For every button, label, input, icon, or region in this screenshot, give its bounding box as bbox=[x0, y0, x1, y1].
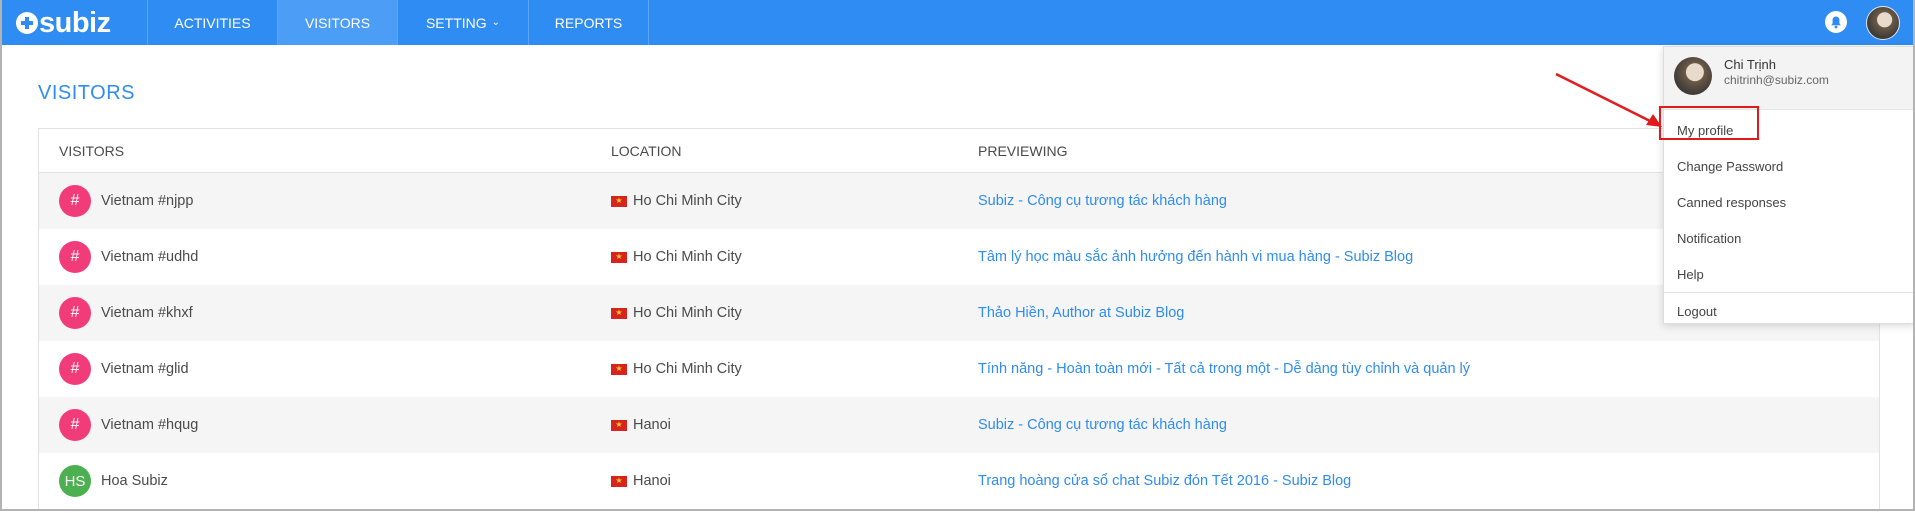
location-cell: ★ Hanoi bbox=[611, 473, 671, 489]
table-row[interactable]: HS Hoa Subiz ★ Hanoi Trang hoàng cửa sổ … bbox=[39, 453, 1879, 509]
menu-item-help[interactable]: Help bbox=[1664, 256, 1913, 292]
plus-icon bbox=[16, 12, 38, 34]
bell-glyph bbox=[1831, 16, 1841, 28]
chevron-down-icon: ⌄ bbox=[491, 17, 501, 28]
vietnam-flag-icon: ★ bbox=[611, 251, 627, 263]
visitor-avatar: # bbox=[59, 409, 91, 441]
user-avatar-button[interactable] bbox=[1866, 6, 1900, 40]
vietnam-flag-icon: ★ bbox=[611, 419, 627, 431]
preview-cell: Subiz - Công cụ tương tác khách hàng bbox=[978, 193, 1227, 209]
vietnam-flag-icon: ★ bbox=[611, 475, 627, 487]
profile-name: Chi Trịnh bbox=[1724, 57, 1777, 72]
preview-cell: Thảo Hiền, Author at Subiz Blog bbox=[978, 305, 1184, 321]
preview-link[interactable]: Tâm lý học màu sắc ảnh hưởng đến hành vi… bbox=[978, 249, 1413, 265]
preview-cell: Tính năng - Hoàn toàn mới - Tất cả trong… bbox=[978, 361, 1470, 377]
profile-header: Chi Trịnh chitrinh@subiz.com bbox=[1664, 47, 1913, 110]
visitor-cell: # Vietnam #glid bbox=[59, 353, 189, 385]
preview-link[interactable]: Subiz - Công cụ tương tác khách hàng bbox=[978, 417, 1227, 433]
visitor-avatar: # bbox=[59, 353, 91, 385]
nav-reports[interactable]: REPORTS bbox=[528, 0, 649, 45]
header-visitors[interactable]: VISITORS bbox=[59, 143, 124, 159]
visitor-cell: # Vietnam #hqug bbox=[59, 409, 198, 441]
location-text: Hanoi bbox=[633, 417, 671, 433]
location-cell: ★ Ho Chi Minh City bbox=[611, 305, 742, 321]
table-row[interactable]: # Vietnam #njpp ★ Ho Chi Minh City Subiz… bbox=[39, 173, 1879, 229]
location-text: Ho Chi Minh City bbox=[633, 249, 742, 265]
visitor-name[interactable]: Vietnam #udhd bbox=[101, 249, 198, 265]
header-previewing[interactable]: PREVIEWING bbox=[978, 143, 1067, 159]
annotation-arrow-icon bbox=[1555, 72, 1662, 127]
visitor-name[interactable]: Vietnam #glid bbox=[101, 361, 189, 377]
location-text: Ho Chi Minh City bbox=[633, 193, 742, 209]
page-title: VISITORS bbox=[38, 82, 135, 104]
visitor-avatar: HS bbox=[59, 465, 91, 497]
nav-visitors[interactable]: VISITORS bbox=[277, 0, 397, 45]
nav-label: SETTING bbox=[425, 14, 487, 31]
menu-item-notification[interactable]: Notification bbox=[1664, 220, 1913, 256]
menu-item-logout[interactable]: Logout bbox=[1664, 293, 1913, 329]
menu-item-canned-responses[interactable]: Canned responses bbox=[1664, 184, 1913, 220]
profile-avatar bbox=[1674, 57, 1712, 95]
preview-link[interactable]: Tính năng - Hoàn toàn mới - Tất cả trong… bbox=[978, 361, 1470, 377]
preview-link[interactable]: Trang hoàng cửa sổ chat Subiz đón Tết 20… bbox=[978, 473, 1351, 489]
table-row[interactable]: # Vietnam #hqug ★ Hanoi Subiz - Công cụ … bbox=[39, 397, 1879, 453]
location-cell: ★ Ho Chi Minh City bbox=[611, 361, 742, 377]
table-row[interactable]: # Vietnam #udhd ★ Ho Chi Minh City Tâm l… bbox=[39, 229, 1879, 285]
highlight-box bbox=[1659, 106, 1759, 140]
preview-link[interactable]: Subiz - Công cụ tương tác khách hàng bbox=[978, 193, 1227, 209]
vietnam-flag-icon: ★ bbox=[611, 307, 627, 319]
nav-label: REPORTS bbox=[554, 14, 623, 31]
visitor-cell: # Vietnam #udhd bbox=[59, 241, 198, 273]
visitor-avatar: # bbox=[59, 297, 91, 329]
header-location[interactable]: LOCATION bbox=[611, 143, 682, 159]
visitors-table: VISITORS LOCATION PREVIEWING # Vietnam #… bbox=[38, 128, 1880, 509]
preview-cell: Tâm lý học màu sắc ảnh hưởng đến hành vi… bbox=[978, 249, 1413, 265]
location-cell: ★ Ho Chi Minh City bbox=[611, 193, 742, 209]
visitor-avatar: # bbox=[59, 185, 91, 217]
table-row[interactable]: # Vietnam #khxf ★ Ho Chi Minh City Thảo … bbox=[39, 285, 1879, 341]
visitor-name[interactable]: Vietnam #njpp bbox=[101, 193, 193, 209]
bell-icon[interactable] bbox=[1825, 11, 1847, 33]
table-row[interactable]: # Vietnam #glid ★ Ho Chi Minh City Tính … bbox=[39, 341, 1879, 397]
location-cell: ★ Hanoi bbox=[611, 417, 671, 433]
app-window: subiz ACTIVITIES VISITORS SETTING ⌄ REPO… bbox=[0, 0, 1915, 511]
top-navigation-bar: subiz ACTIVITIES VISITORS SETTING ⌄ REPO… bbox=[2, 0, 1913, 45]
visitor-name[interactable]: Vietnam #khxf bbox=[101, 305, 193, 321]
nav-label: ACTIVITIES bbox=[174, 14, 251, 31]
visitor-cell: # Vietnam #khxf bbox=[59, 297, 193, 329]
location-text: Ho Chi Minh City bbox=[633, 361, 742, 377]
visitor-name[interactable]: Hoa Subiz bbox=[101, 473, 168, 489]
menu-item-change-password[interactable]: Change Password bbox=[1664, 148, 1913, 184]
preview-cell: Subiz - Công cụ tương tác khách hàng bbox=[978, 417, 1227, 433]
table-header: VISITORS LOCATION PREVIEWING bbox=[39, 129, 1879, 173]
subiz-logo[interactable]: subiz bbox=[16, 6, 111, 39]
location-cell: ★ Ho Chi Minh City bbox=[611, 249, 742, 265]
visitor-avatar: # bbox=[59, 241, 91, 273]
preview-link[interactable]: Thảo Hiền, Author at Subiz Blog bbox=[978, 305, 1184, 321]
nav-label: VISITORS bbox=[304, 14, 371, 31]
visitor-name[interactable]: Vietnam #hqug bbox=[101, 417, 198, 433]
vietnam-flag-icon: ★ bbox=[611, 363, 627, 375]
nav-activities[interactable]: ACTIVITIES bbox=[147, 0, 277, 45]
brand-name: subiz bbox=[39, 6, 111, 39]
profile-dropdown-menu: Chi Trịnh chitrinh@subiz.com My profile … bbox=[1663, 46, 1913, 324]
nav-setting[interactable]: SETTING ⌄ bbox=[397, 0, 528, 45]
vietnam-flag-icon: ★ bbox=[611, 195, 627, 207]
preview-cell: Trang hoàng cửa sổ chat Subiz đón Tết 20… bbox=[978, 473, 1351, 489]
location-text: Hanoi bbox=[633, 473, 671, 489]
visitor-cell: # Vietnam #njpp bbox=[59, 185, 193, 217]
main-nav: ACTIVITIES VISITORS SETTING ⌄ REPORTS bbox=[147, 0, 649, 45]
profile-email: chitrinh@subiz.com bbox=[1724, 73, 1829, 87]
location-text: Ho Chi Minh City bbox=[633, 305, 742, 321]
visitor-cell: HS Hoa Subiz bbox=[59, 465, 168, 497]
